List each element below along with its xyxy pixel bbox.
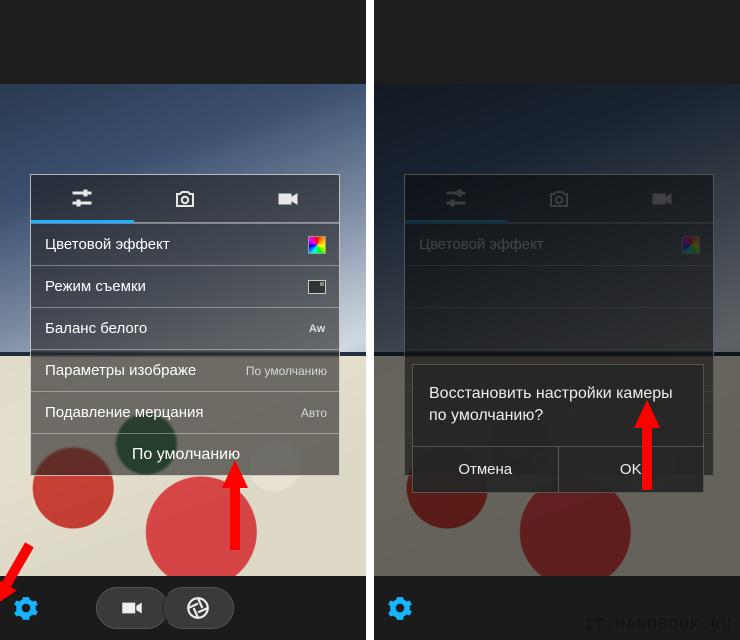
settings-row-restore-default[interactable]: По умолчанию [31, 433, 339, 475]
gear-icon [387, 595, 413, 621]
tab-video[interactable] [236, 175, 339, 223]
sliders-icon [442, 186, 470, 210]
settings-button[interactable] [386, 594, 414, 622]
settings-button[interactable] [12, 594, 40, 622]
tab-video[interactable] [610, 175, 713, 223]
color-effect-icon [681, 235, 701, 255]
camera-viewfinder: Цветовой эффект Подавление мерцания Авто… [374, 84, 740, 576]
settings-row-flicker[interactable]: Подавление мерцания Авто [31, 391, 339, 433]
watermark: IT-HANDBOOK.RU [584, 616, 732, 634]
settings-row-placeholder [405, 265, 713, 307]
cancel-button[interactable]: Отмена [413, 447, 558, 492]
gear-icon [13, 595, 39, 621]
status-bar [374, 0, 740, 84]
row-label: Баланс белого [45, 320, 147, 337]
video-mode-button[interactable] [96, 587, 168, 629]
screenshot-right: Цветовой эффект Подавление мерцания Авто… [374, 0, 740, 640]
camera-icon [171, 187, 199, 211]
settings-row-placeholder [405, 307, 713, 349]
camera-icon [545, 187, 573, 211]
capture-mode-icon [307, 277, 327, 297]
row-value: Авто [301, 406, 327, 420]
row-label: Цветовой эффект [45, 236, 170, 253]
row-label: Режим съемки [45, 278, 146, 295]
tab-adjust[interactable] [405, 175, 508, 223]
camera-bottom-bar [0, 576, 366, 640]
video-icon [648, 187, 676, 211]
screenshot-left: Цветовой эффект Режим съемки Баланс бело… [0, 0, 366, 640]
video-icon [119, 595, 145, 621]
sliders-icon [68, 186, 96, 210]
row-label: По умолчанию [132, 446, 240, 464]
camera-viewfinder: Цветовой эффект Режим съемки Баланс бело… [0, 84, 366, 576]
row-value: По умолчанию [246, 364, 327, 378]
color-effect-icon [307, 235, 327, 255]
settings-row-image-params[interactable]: Параметры изображе По умолчанию [31, 349, 339, 391]
ok-button[interactable]: OK [558, 447, 704, 492]
settings-tabs [31, 175, 339, 223]
tab-photo[interactable] [508, 175, 611, 223]
row-label: Параметры изображе [45, 362, 196, 379]
settings-row-color-effect[interactable]: Цветовой эффект [405, 223, 713, 265]
row-label: Подавление мерцания [45, 404, 204, 421]
camera-settings-panel: Цветовой эффект Режим съемки Баланс бело… [30, 174, 340, 476]
auto-wb-icon: Aw [307, 319, 327, 339]
tab-adjust[interactable] [31, 175, 134, 223]
shutter-button[interactable] [162, 587, 234, 629]
video-icon [274, 187, 302, 211]
dialog-message: Восстановить настройки камеры по умолчан… [413, 365, 703, 446]
settings-tabs [405, 175, 713, 223]
settings-row-white-balance[interactable]: Баланс белого Aw [31, 307, 339, 349]
tab-photo[interactable] [134, 175, 237, 223]
row-label: Цветовой эффект [419, 236, 544, 253]
settings-row-color-effect[interactable]: Цветовой эффект [31, 223, 339, 265]
aperture-icon [185, 595, 211, 621]
settings-row-capture-mode[interactable]: Режим съемки [31, 265, 339, 307]
confirm-dialog: Восстановить настройки камеры по умолчан… [412, 364, 704, 493]
status-bar [0, 0, 366, 84]
